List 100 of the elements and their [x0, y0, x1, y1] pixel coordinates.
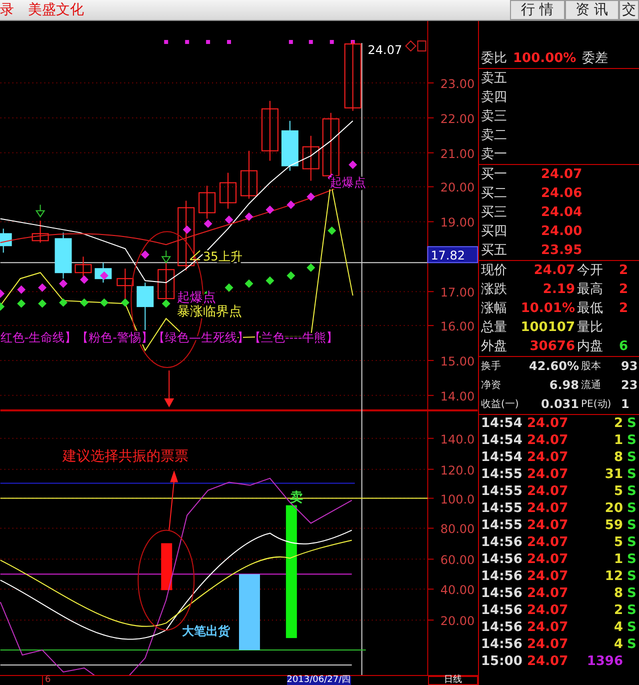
price-label: 24.07 [368, 42, 402, 57]
field-label: PE(动) [581, 398, 612, 412]
bid-price: 24.00 [541, 223, 582, 241]
axis-label: 40.00 [440, 583, 475, 598]
field-label: 换手 [481, 360, 502, 374]
trade-side: S [627, 432, 638, 449]
trade-side: S [627, 602, 638, 619]
angle-icon [190, 250, 201, 260]
trade-price: 24.07 [527, 534, 570, 551]
field-label: 内盘 [577, 338, 604, 356]
trade-price: 24.07 [527, 466, 570, 483]
candlestick [220, 172, 236, 210]
candlestick [54, 232, 72, 280]
candlestick [0, 228, 12, 254]
field-label: 委差 [582, 50, 608, 68]
trade-time: 14:55 [481, 517, 523, 534]
field-label: 外盘 [481, 338, 508, 356]
tab[interactable]: 交 [619, 0, 639, 20]
field-label: 总量 [481, 319, 508, 337]
field-value: 100107 [520, 319, 575, 337]
candlestick [344, 40, 362, 112]
trade-side: S [627, 551, 638, 568]
date-label: 2013/06/27/四 [286, 676, 351, 685]
axis-label: 15.00 [440, 354, 475, 368]
indicator-title: 建议选择共振的票票 [62, 448, 188, 464]
tab[interactable]: 资 讯 [564, 0, 619, 20]
trade-volume: 59 [604, 517, 623, 534]
field-value: 42.60% [528, 358, 579, 375]
field-value: 30676 [528, 338, 575, 356]
axis-label: 60.00 [440, 553, 475, 568]
trade-volume: 4 [612, 636, 623, 653]
trade-time: 14:56 [481, 602, 523, 619]
candlestick [32, 220, 49, 244]
field-label: 净资 [481, 379, 502, 393]
trade-price: 24.07 [527, 636, 570, 653]
field-value: 24.07 [532, 262, 575, 280]
field-label: 最低 [577, 300, 604, 318]
period-button[interactable]: 日线 [428, 676, 478, 685]
bid-price: 23.95 [541, 242, 582, 260]
field-value: 100.00% [513, 50, 576, 68]
field-label: 今开 [577, 262, 604, 280]
trade-price: 24.07 [527, 432, 570, 449]
field-value: 10.01% [520, 300, 575, 318]
trade-price: 24.07 [527, 653, 570, 670]
square-icon [417, 40, 426, 52]
trade-time: 14:56 [481, 636, 523, 653]
trade-volume: 1 [612, 551, 623, 568]
trade-price: 24.07 [527, 619, 570, 636]
bid-price: 24.04 [541, 204, 582, 222]
trade-volume: 8 [612, 585, 623, 602]
field-value: 2 [619, 300, 630, 318]
axis-label: 20.00 [440, 614, 475, 628]
trade-time: 14:55 [481, 500, 523, 517]
up-arrow-icon [168, 470, 178, 531]
trade-side: S [627, 619, 638, 636]
trade-price: 24.07 [527, 551, 570, 568]
signal-bar [161, 543, 172, 590]
price-marker: 17.82 [427, 246, 478, 264]
order-level-label: 卖四 [481, 89, 507, 107]
candlestick [178, 200, 195, 272]
trade-volume: 1 [612, 432, 623, 449]
chart-annotation: 35上升 [203, 250, 242, 264]
trade-time: 14:54 [481, 432, 523, 449]
order-level-label: 买五 [481, 242, 507, 260]
trade-price: 24.07 [527, 585, 570, 602]
trade-price: 24.07 [527, 602, 570, 619]
axis-label: 140.0 [440, 432, 475, 446]
axis-label: 100.0 [440, 492, 475, 506]
trade-volume: 1396 [586, 653, 623, 670]
field-label: 收益(一) [481, 398, 520, 412]
trade-side: S [627, 466, 638, 483]
field-label: 委比 [481, 50, 507, 68]
field-value: 23 [621, 377, 639, 394]
candlestick [261, 100, 278, 162]
field-value: 93 [621, 358, 639, 375]
field-label: 现价 [481, 262, 508, 280]
field-label: 量比 [577, 319, 604, 337]
trade-time: 14:56 [481, 551, 523, 568]
trade-side: S [627, 483, 638, 500]
diamond-icon [405, 40, 416, 52]
trade-volume: 8 [612, 449, 623, 466]
axis-label: 22.00 [440, 112, 475, 126]
trade-volume: 2 [612, 415, 623, 432]
bid-price: 24.07 [541, 166, 582, 184]
down-arrow-icon [164, 370, 174, 408]
order-level-label: 买一 [481, 166, 507, 184]
field-value: 1 [621, 396, 630, 413]
order-level-label: 卖三 [481, 108, 507, 126]
candlestick [158, 262, 175, 300]
trade-volume: 12 [604, 568, 623, 585]
trade-time: 14:56 [481, 585, 523, 602]
menu-item[interactable]: 录 [0, 1, 14, 19]
trade-price: 24.07 [527, 449, 570, 466]
order-level-label: 卖一 [481, 146, 507, 164]
candlestick [302, 135, 320, 182]
axis-label: 16.00 [440, 320, 475, 334]
menu-item[interactable]: 美盛文化 [28, 1, 84, 19]
trade-side: S [627, 449, 638, 466]
trade-side: S [627, 500, 638, 517]
tab[interactable]: 行 情 [510, 0, 565, 20]
